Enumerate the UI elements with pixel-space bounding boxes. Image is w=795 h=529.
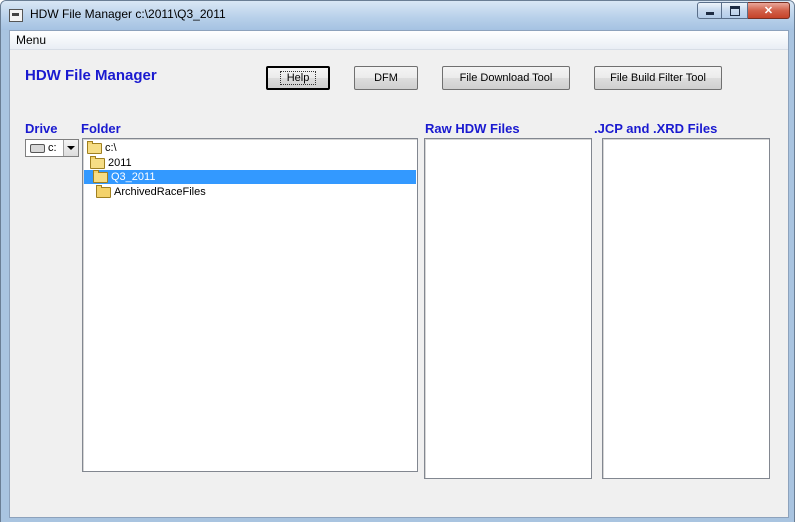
minimize-button[interactable] xyxy=(697,2,722,19)
raw-files-label: Raw HDW Files xyxy=(425,121,520,136)
dropdown-arrow-button[interactable] xyxy=(63,140,78,156)
chevron-down-icon xyxy=(67,146,75,150)
folder-item-label: c:\ xyxy=(105,142,117,154)
help-button[interactable]: Help xyxy=(266,66,330,90)
drive-select-value: c: xyxy=(48,142,57,154)
client-area: Menu HDW File Manager Help DFM File Down… xyxy=(9,30,789,518)
window-title: HDW File Manager c:\2011\Q3_2011 xyxy=(30,7,226,21)
minimize-icon xyxy=(705,12,714,15)
dfm-button[interactable]: DFM xyxy=(354,66,418,90)
drive-select[interactable]: c: xyxy=(25,139,79,157)
folder-label: Folder xyxy=(81,121,121,136)
folder-list[interactable]: c:\ 2011 Q3_2011 ArchivedRaceFiles xyxy=(82,138,418,472)
maximize-button[interactable] xyxy=(722,2,748,19)
title-bar[interactable]: HDW File Manager c:\2011\Q3_2011 ✕ xyxy=(1,1,794,30)
app-window: HDW File Manager c:\2011\Q3_2011 ✕ Menu … xyxy=(0,0,795,523)
folder-item-q3-2011[interactable]: Q3_2011 xyxy=(84,169,416,184)
raw-hdw-files-list[interactable] xyxy=(424,138,592,479)
folder-item-label: 2011 xyxy=(108,157,132,169)
app-heading: HDW File Manager xyxy=(25,67,157,84)
maximize-icon xyxy=(729,5,740,16)
folder-item-archivedracefiles[interactable]: ArchivedRaceFiles xyxy=(96,184,206,199)
menu-item-menu[interactable]: Menu xyxy=(16,33,46,47)
open-folder-icon xyxy=(90,155,105,169)
folder-item-root[interactable]: c:\ xyxy=(87,140,117,155)
drive-label: Drive xyxy=(25,121,58,136)
open-folder-icon xyxy=(87,140,102,154)
dfm-button-label: DFM xyxy=(374,72,398,84)
app-icon[interactable] xyxy=(9,9,23,22)
file-build-filter-tool-label: File Build Filter Tool xyxy=(610,72,706,84)
jcp-xrd-files-list[interactable] xyxy=(602,138,770,479)
folder-item-label: ArchivedRaceFiles xyxy=(114,186,206,198)
file-download-tool-label: File Download Tool xyxy=(459,72,553,84)
background-document xyxy=(0,522,795,529)
folder-item-2011[interactable]: 2011 xyxy=(90,155,132,170)
folder-icon xyxy=(96,184,111,198)
file-build-filter-tool-button[interactable]: File Build Filter Tool xyxy=(594,66,722,90)
close-button[interactable]: ✕ xyxy=(748,2,790,19)
jcp-xrd-files-label: .JCP and .XRD Files xyxy=(594,121,718,136)
file-download-tool-button[interactable]: File Download Tool xyxy=(442,66,570,90)
help-button-label: Help xyxy=(279,71,317,85)
folder-item-label: Q3_2011 xyxy=(111,171,156,183)
open-folder-icon xyxy=(93,169,108,183)
close-icon: ✕ xyxy=(763,5,774,17)
menu-bar: Menu xyxy=(10,31,788,50)
drive-icon xyxy=(30,144,45,153)
